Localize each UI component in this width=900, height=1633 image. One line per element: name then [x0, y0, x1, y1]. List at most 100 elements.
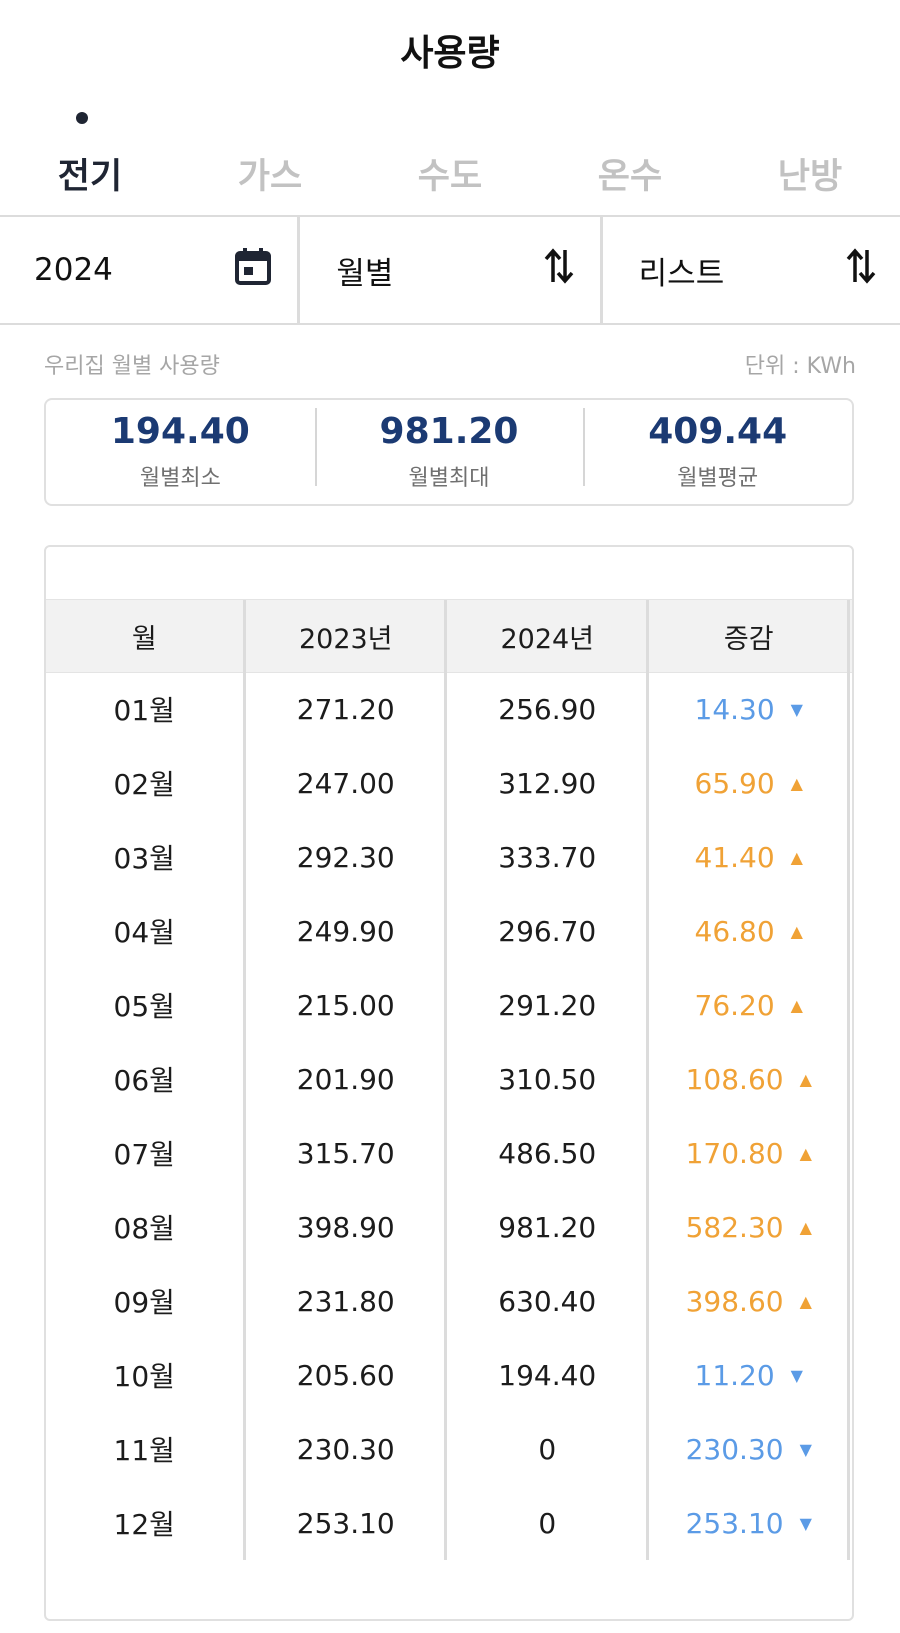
tab-electricity[interactable]: 전기	[0, 108, 180, 198]
value-2023-cell: 231.80	[248, 1264, 447, 1338]
triangle-up-icon: ▲	[790, 773, 803, 793]
view-selector[interactable]: 리스트	[599, 217, 900, 323]
change-value: 11.20	[694, 1358, 775, 1392]
month-cell: 06월	[46, 1042, 246, 1116]
value-2024-cell: 296.70	[449, 894, 649, 968]
table-row: 03월 292.30 333.70 41.40 ▲	[46, 820, 852, 894]
change-value: 46.80	[694, 914, 775, 948]
tab-gas[interactable]: 가스	[180, 108, 360, 198]
change-cell: 230.30 ▼	[651, 1412, 850, 1486]
period-selector[interactable]: 월별	[297, 217, 599, 323]
tab-label: 온수	[597, 157, 663, 197]
value-2024-cell: 0	[449, 1412, 649, 1486]
triangle-down-icon: ▼	[790, 1365, 803, 1385]
header-month: 월	[46, 600, 246, 672]
tab-water[interactable]: 수도	[360, 108, 540, 198]
usage-table: 월 2023년 2024년 증감 01월 271.20 256.90 14.30 ▼ 02…	[44, 545, 854, 1621]
stat-max: 981.20 월별최대	[314, 408, 584, 492]
value-2023-cell: 230.30	[248, 1412, 447, 1486]
period-value: 월별	[336, 255, 394, 292]
value-2024-cell: 256.90	[449, 672, 649, 746]
table-row: 09월 231.80 630.40 398.60 ▲	[46, 1264, 852, 1338]
stat-label: 월별최대	[408, 466, 490, 491]
value-2023-cell: 315.70	[248, 1116, 447, 1190]
unit-label: 단위 : KWh	[744, 354, 856, 379]
change-value: 14.30	[694, 692, 775, 726]
tab-label: 전기	[57, 157, 123, 197]
calendar-icon	[235, 247, 272, 293]
change-value: 398.60	[685, 1284, 784, 1318]
triangle-up-icon: ▲	[799, 1217, 812, 1237]
month-cell: 09월	[46, 1264, 246, 1338]
change-value: 108.60	[685, 1062, 784, 1096]
change-cell: 76.20 ▲	[651, 968, 850, 1042]
month-cell: 07월	[46, 1116, 246, 1190]
month-cell: 10월	[46, 1338, 246, 1412]
table-row: 12월 253.10 0 253.10 ▼	[46, 1486, 852, 1560]
change-value: 230.30	[685, 1432, 784, 1466]
triangle-up-icon: ▲	[799, 1143, 812, 1163]
change-cell: 11.20 ▼	[651, 1338, 850, 1412]
month-cell: 02월	[46, 746, 246, 820]
triangle-up-icon: ▲	[799, 1069, 812, 1089]
stat-label: 월별최소	[139, 466, 221, 491]
value-2024-cell: 194.40	[449, 1338, 649, 1412]
value-2024-cell: 312.90	[449, 746, 649, 820]
month-cell: 01월	[46, 672, 246, 746]
value-2023-cell: 201.90	[248, 1042, 447, 1116]
value-2024-cell: 310.50	[449, 1042, 649, 1116]
change-cell: 582.30 ▲	[651, 1190, 850, 1264]
month-cell: 05월	[46, 968, 246, 1042]
tab-label: 난방	[777, 157, 843, 197]
table-row: 02월 247.00 312.90 65.90 ▲	[46, 746, 852, 820]
change-value: 41.40	[694, 840, 775, 874]
change-cell: 65.90 ▲	[651, 746, 850, 820]
tab-label: 수도	[417, 157, 483, 197]
triangle-up-icon: ▲	[790, 847, 803, 867]
value-2024-cell: 981.20	[449, 1190, 649, 1264]
table-row: 08월 398.90 981.20 582.30 ▲	[46, 1190, 852, 1264]
month-cell: 08월	[46, 1190, 246, 1264]
category-tabs: 전기 가스 수도 온수 난방	[0, 108, 900, 198]
change-cell: 108.60 ▲	[651, 1042, 850, 1116]
change-value: 582.30	[685, 1210, 784, 1244]
sort-arrows-icon	[544, 248, 574, 292]
change-value: 76.20	[694, 988, 775, 1022]
triangle-up-icon: ▲	[790, 921, 803, 941]
value-2023-cell: 205.60	[248, 1338, 447, 1412]
triangle-down-icon: ▼	[799, 1513, 812, 1533]
table-row: 05월 215.00 291.20 76.20 ▲	[46, 968, 852, 1042]
triangle-up-icon: ▲	[790, 995, 803, 1015]
stat-value: 981.20	[379, 411, 519, 452]
month-cell: 04월	[46, 894, 246, 968]
value-2023-cell: 253.10	[248, 1486, 447, 1560]
table-row: 07월 315.70 486.50 170.80 ▲	[46, 1116, 852, 1190]
triangle-down-icon: ▼	[799, 1439, 812, 1459]
table-header: 월 2023년 2024년 증감	[46, 599, 852, 673]
header-change: 증감	[651, 600, 850, 672]
value-2023-cell: 215.00	[248, 968, 447, 1042]
caption-title: 우리집 월별 사용량	[44, 354, 220, 379]
value-2023-cell: 247.00	[248, 746, 447, 820]
month-cell: 11월	[46, 1412, 246, 1486]
header-2023: 2023년	[248, 600, 447, 672]
stat-average: 409.44 월별평균	[583, 408, 852, 492]
triangle-down-icon: ▼	[790, 699, 803, 719]
change-cell: 41.40 ▲	[651, 820, 850, 894]
stat-value: 194.40	[110, 411, 250, 452]
table-body: 01월 271.20 256.90 14.30 ▼ 02월 247.00 312.90 65.9…	[46, 672, 852, 1560]
header-2024: 2024년	[449, 600, 649, 672]
stat-min: 194.40 월별최소	[46, 412, 315, 492]
value-2024-cell: 630.40	[449, 1264, 649, 1338]
change-cell: 14.30 ▼	[651, 672, 850, 746]
table-row: 01월 271.20 256.90 14.30 ▼	[46, 672, 852, 746]
tab-hot-water[interactable]: 온수	[540, 108, 720, 198]
active-tab-dot	[76, 112, 88, 124]
stat-label: 월별평균	[677, 466, 759, 491]
value-2023-cell: 271.20	[248, 672, 447, 746]
change-cell: 170.80 ▲	[651, 1116, 850, 1190]
tab-heating[interactable]: 난방	[720, 108, 900, 198]
value-2023-cell: 398.90	[248, 1190, 447, 1264]
value-2024-cell: 0	[449, 1486, 649, 1560]
year-selector[interactable]: 2024	[0, 217, 297, 323]
